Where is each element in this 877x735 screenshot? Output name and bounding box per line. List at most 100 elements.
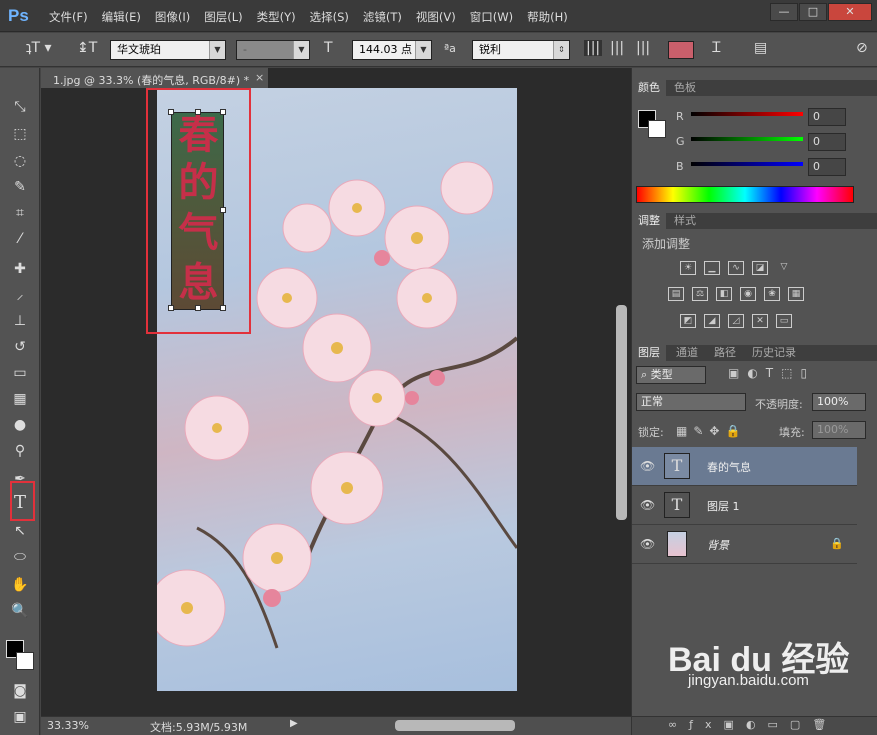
layer-action-icons[interactable]: ∞ƒx▣◐▭▢🗑 (668, 718, 838, 731)
levels-icon[interactable]: ▁ (704, 261, 720, 275)
photo-filter-icon[interactable]: ◉ (740, 287, 756, 301)
eye-icon[interactable]: 👁 (640, 498, 655, 512)
eye-icon[interactable]: 👁 (640, 459, 655, 473)
warp-text-icon[interactable]: Ꮖ (712, 40, 721, 56)
tab-channels[interactable]: 通道 (670, 345, 704, 361)
menu-window[interactable]: 窗口(W) (463, 9, 520, 25)
tab-color[interactable]: 颜色 (632, 80, 666, 96)
chevron-down-icon: ▼ (209, 41, 225, 59)
text-color-swatch[interactable] (668, 41, 694, 59)
status-menu-arrow-icon[interactable]: ▶ (290, 718, 298, 729)
tab-history[interactable]: 历史记录 (746, 345, 802, 361)
tab-swatches[interactable]: 色板 (668, 80, 702, 96)
fill-field[interactable]: 100% (812, 421, 866, 439)
hue-saturation-icon[interactable]: ▤ (668, 287, 684, 301)
font-size-select[interactable]: 144.03 点 ▼ (352, 40, 432, 60)
layer-filter-icons[interactable]: ▣◐T⬚▯ (728, 366, 815, 380)
watermark-url: jingyan.baidu.com (688, 672, 809, 689)
blue-slider[interactable] (691, 162, 803, 166)
align-right-icon[interactable]: ||| (636, 40, 650, 56)
green-value-field[interactable]: 0 (808, 133, 846, 151)
layer-row[interactable]: 👁 T 春的气息 (632, 447, 857, 486)
vertical-scroll-thumb[interactable] (616, 305, 627, 520)
menu-type[interactable]: 类型(Y) (250, 9, 303, 25)
gradient-icon[interactable]: ▦ (9, 388, 31, 410)
antialias-select[interactable]: 锐利 ⇕ (472, 40, 570, 60)
invert-icon[interactable]: ◩ (680, 314, 696, 328)
hand-tool-icon[interactable]: ✋ (9, 574, 31, 596)
color-lookup-icon[interactable]: ▦ (788, 287, 804, 301)
zoom-level[interactable]: 33.33% (47, 719, 89, 732)
color-spectrum[interactable] (636, 186, 854, 203)
layer-filter-select[interactable]: ⌕ 类型 (636, 366, 706, 384)
background-color-chip[interactable] (648, 120, 666, 138)
stamp-tool-icon[interactable]: ⊥ (9, 310, 31, 332)
vibrance-icon[interactable]: ▽ (776, 261, 792, 275)
black-white-icon[interactable]: ◧ (716, 287, 732, 301)
character-panel-icon[interactable]: ▤ (754, 40, 767, 56)
minimize-button[interactable]: — (770, 3, 798, 21)
menu-help[interactable]: 帮助(H) (520, 9, 575, 25)
blue-value-field[interactable]: 0 (808, 158, 846, 176)
brush-tool-icon[interactable]: ⸝ (9, 284, 31, 306)
curves-icon[interactable]: ∿ (728, 261, 744, 275)
exposure-icon[interactable]: ◪ (752, 261, 768, 275)
menu-view[interactable]: 视图(V) (409, 9, 463, 25)
opacity-field[interactable]: 100% (812, 393, 866, 411)
red-slider[interactable] (691, 112, 803, 116)
text-orientation-icon[interactable]: ↨T (77, 40, 97, 56)
background-color-swatch[interactable] (16, 652, 34, 670)
text-tool-preset-icon[interactable]: ʇT ▾ (26, 40, 52, 56)
tab-layers[interactable]: 图层 (632, 345, 666, 361)
quick-mask-icon[interactable]: ◙ (9, 680, 31, 702)
horizontal-scroll-thumb[interactable] (395, 720, 515, 731)
selective-color-icon[interactable]: ✕ (752, 314, 768, 328)
move-tool-icon[interactable]: ⤡ (9, 96, 31, 118)
gradient-map-icon[interactable]: ▭ (776, 314, 792, 328)
quick-select-icon[interactable]: ✎ (9, 176, 31, 198)
brightness-icon[interactable]: ☀ (680, 261, 696, 275)
path-select-icon[interactable]: ↖ (9, 520, 31, 542)
align-center-icon[interactable]: ||| (610, 40, 624, 56)
layer-row[interactable]: 👁 背景 🔒 (632, 525, 857, 564)
crop-tool-icon[interactable]: ⌗ (9, 202, 31, 224)
screen-mode-icon[interactable]: ▣ (9, 706, 31, 728)
red-value-field[interactable]: 0 (808, 108, 846, 126)
blur-tool-icon[interactable]: ● (9, 414, 31, 436)
close-tab-icon[interactable]: × (255, 71, 264, 84)
font-family-select[interactable]: 华文琥珀 ▼ (110, 40, 226, 60)
dodge-tool-icon[interactable]: ⚲ (9, 440, 31, 462)
healing-brush-icon[interactable]: ✚ (9, 258, 31, 280)
font-style-select[interactable]: - ▼ (236, 40, 310, 60)
cancel-icon[interactable]: ⊘ (856, 40, 868, 56)
close-button[interactable]: ✕ (828, 3, 872, 21)
tab-adjustments[interactable]: 调整 (632, 213, 666, 229)
menu-edit[interactable]: 编辑(E) (95, 9, 148, 25)
lasso-tool-icon[interactable]: ◌ (9, 150, 31, 172)
menu-image[interactable]: 图像(I) (148, 9, 197, 25)
history-brush-icon[interactable]: ↺ (9, 336, 31, 358)
threshold-icon[interactable]: ◿ (728, 314, 744, 328)
ellipse-tool-icon[interactable]: ⬭ (9, 546, 31, 568)
eyedropper-icon[interactable]: ⁄ (9, 228, 31, 250)
eye-icon[interactable]: 👁 (640, 537, 655, 551)
menu-select[interactable]: 选择(S) (303, 9, 356, 25)
align-left-icon[interactable]: ||| (584, 40, 603, 56)
channel-mixer-icon[interactable]: ❀ (764, 287, 780, 301)
menu-filter[interactable]: 滤镜(T) (356, 9, 409, 25)
layer-row[interactable]: 👁 T 图层 1 (632, 486, 857, 525)
adjustments-title: 添加调整 (642, 237, 691, 251)
green-slider[interactable] (691, 137, 803, 141)
zoom-tool-icon[interactable]: 🔍 (9, 600, 31, 622)
tab-paths[interactable]: 路径 (708, 345, 742, 361)
color-balance-icon[interactable]: ⚖ (692, 287, 708, 301)
lock-icons[interactable]: ▦✎✥🔒 (676, 424, 746, 438)
eraser-icon[interactable]: ▭ (9, 362, 31, 384)
menu-layer[interactable]: 图层(L) (197, 9, 249, 25)
posterize-icon[interactable]: ◢ (704, 314, 720, 328)
menu-file[interactable]: 文件(F) (42, 9, 95, 25)
tab-styles[interactable]: 样式 (668, 213, 702, 229)
marquee-tool-icon[interactable]: ⬚ (9, 123, 31, 145)
blend-mode-select[interactable]: 正常 (636, 393, 746, 411)
restore-button[interactable]: □ (799, 3, 827, 21)
